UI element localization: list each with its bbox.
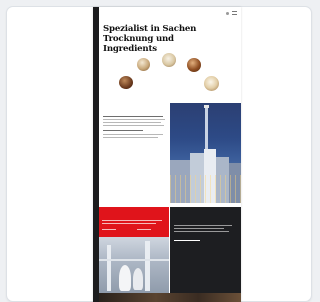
text-line bbox=[102, 220, 162, 221]
text-line bbox=[103, 134, 163, 135]
chocolate-praline-image bbox=[187, 58, 201, 72]
chimney bbox=[205, 106, 208, 150]
chocolate-praline-image bbox=[137, 58, 150, 71]
chocolate-praline-image bbox=[204, 76, 219, 91]
factory-lights bbox=[170, 175, 241, 203]
text-line bbox=[103, 119, 165, 120]
text-line bbox=[103, 130, 143, 131]
dark-teaser-link[interactable] bbox=[174, 240, 200, 241]
lab-worker bbox=[133, 268, 143, 290]
factory-night-photo bbox=[170, 103, 241, 203]
chocolate-praline-image bbox=[119, 76, 133, 89]
text-line bbox=[103, 116, 163, 117]
text-line bbox=[102, 223, 156, 224]
chocolate-praline-image bbox=[162, 53, 176, 67]
search-icon[interactable] bbox=[226, 11, 229, 15]
text-line bbox=[103, 125, 164, 126]
lab-pipe bbox=[145, 241, 150, 291]
laboratory-photo bbox=[99, 237, 169, 293]
text-line bbox=[174, 231, 229, 232]
dark-teaser-block bbox=[170, 207, 241, 302]
red-teaser-link[interactable] bbox=[137, 229, 151, 230]
chimney-cap bbox=[204, 105, 209, 108]
lab-pipe bbox=[99, 259, 169, 261]
intro-section bbox=[99, 103, 169, 203]
bottom-image-strip bbox=[99, 293, 241, 302]
lab-worker bbox=[119, 265, 131, 291]
website-preview[interactable]: Spezialist in Sachen Trocknung und Ingre… bbox=[93, 7, 241, 302]
red-teaser-link[interactable] bbox=[102, 229, 116, 230]
menu-icon[interactable] bbox=[232, 11, 237, 15]
header-icons bbox=[226, 11, 237, 15]
text-line bbox=[174, 228, 224, 229]
hero-title: Spezialist in Sachen Trocknung und Ingre… bbox=[103, 24, 197, 54]
lab-pipe bbox=[107, 245, 111, 291]
red-teaser-block[interactable] bbox=[99, 207, 169, 237]
text-line bbox=[103, 122, 161, 123]
text-line bbox=[103, 137, 158, 138]
text-line bbox=[174, 225, 232, 226]
